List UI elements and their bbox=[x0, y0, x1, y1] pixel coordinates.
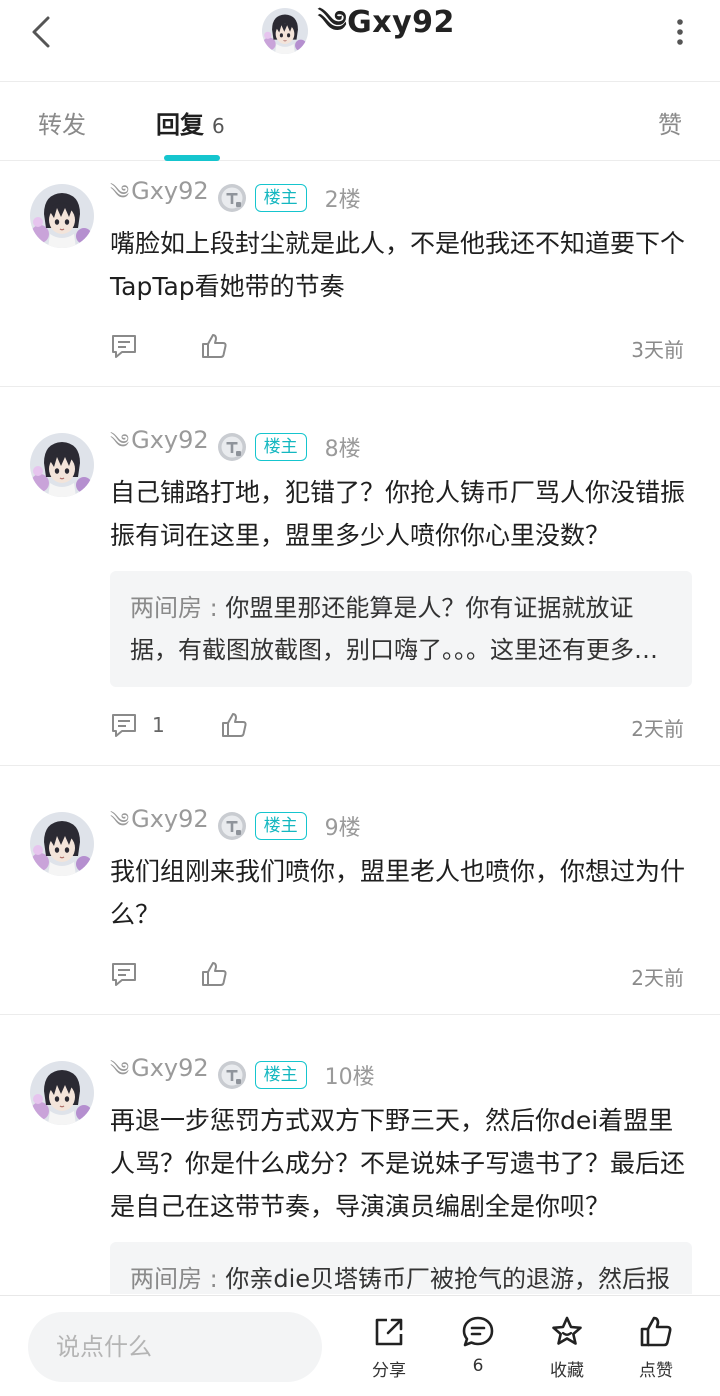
tab-bar: 转发 回复 6 赞 bbox=[0, 83, 720, 161]
host-badge: 楼主 bbox=[254, 433, 307, 461]
favorite-button[interactable]: 收藏 bbox=[532, 1314, 602, 1381]
author-name[interactable]: ༄Gxy92 bbox=[110, 798, 209, 854]
sub-reply-author[interactable]: 两间房 bbox=[130, 1265, 202, 1293]
reply-content[interactable]: 我们组刚来我们喷你，盟里老人也喷你，你想过为什么？ bbox=[110, 850, 692, 936]
tab-reply[interactable]: 回复 6 bbox=[156, 105, 225, 140]
like-button[interactable] bbox=[220, 711, 248, 743]
page-title: ༄Gxy92 bbox=[318, 5, 455, 40]
tier-badge-icon bbox=[217, 811, 247, 841]
author-name[interactable]: ༄Gxy92 bbox=[110, 170, 209, 226]
share-button[interactable]: 分享 bbox=[354, 1314, 424, 1381]
back-icon[interactable] bbox=[22, 12, 62, 52]
sub-reply-preview[interactable]: 两间房 : 你亲die贝塔铸币厂被抢气的退游，然后报复性飞地，你带团队骂人霸凌，… bbox=[110, 1242, 692, 1294]
timestamp: 2天前 bbox=[631, 717, 684, 741]
host-badge: 楼主 bbox=[254, 812, 307, 840]
avatar[interactable] bbox=[30, 812, 94, 876]
reply-item: ༄Gxy92 楼主 10楼 再退一步惩罚方式双方下野三天，然后你dei着盟里人骂… bbox=[0, 1039, 720, 1294]
comments-count: 6 bbox=[472, 1356, 484, 1376]
reply-item: ༄Gxy92 楼主 9楼 我们组刚来我们喷你，盟里老人也喷你，你想过为什么？ 2… bbox=[0, 790, 720, 1015]
like-icon bbox=[640, 1316, 672, 1347]
reply-content[interactable]: 自己铺路打地，犯错了？你抢人铸币厂骂人你没错振振有词在这里，盟里多少人喷你你心里… bbox=[110, 471, 692, 557]
sub-reply-preview[interactable]: 两间房 : 你盟里那还能算是人？你有证据就放证据，有截图放截图，别口嗨了。。。这… bbox=[110, 571, 692, 687]
share-icon bbox=[375, 1318, 403, 1346]
avatar[interactable] bbox=[262, 8, 308, 54]
reply-list[interactable]: ༄Gxy92 楼主 2楼 嘴脸如上段封尘就是此人，不是他我还不知道要下个TapT… bbox=[0, 162, 720, 1294]
tab-reply-label: 回复 bbox=[156, 111, 204, 139]
tab-forward[interactable]: 转发 bbox=[38, 105, 86, 140]
comment-icon bbox=[110, 960, 138, 988]
avatar[interactable] bbox=[30, 1061, 94, 1125]
tier-badge-icon bbox=[217, 1060, 247, 1090]
comment-button[interactable] bbox=[110, 960, 138, 988]
star-icon bbox=[552, 1316, 582, 1345]
sub-reply-author[interactable]: 两间房 bbox=[130, 594, 202, 622]
reply-item: ༄Gxy92 楼主 8楼 自己铺路打地，犯错了？你抢人铸币厂骂人你没错振振有词在… bbox=[0, 411, 720, 766]
floor-number: 2楼 bbox=[324, 188, 361, 213]
like-button[interactable]: 点赞 bbox=[621, 1314, 691, 1381]
comment-button[interactable]: 1 bbox=[110, 711, 165, 739]
like-button[interactable] bbox=[200, 960, 228, 992]
floor-number: 10楼 bbox=[324, 1065, 375, 1090]
comments-button[interactable]: 6 bbox=[443, 1314, 513, 1376]
comment-icon bbox=[110, 332, 138, 360]
host-badge: 楼主 bbox=[254, 1061, 307, 1089]
reply-content[interactable]: 再退一步惩罚方式双方下野三天，然后你dei着盟里人骂？你是什么成分？不是说妹子写… bbox=[110, 1099, 692, 1228]
tab-active-indicator bbox=[164, 155, 220, 161]
comment-input[interactable] bbox=[28, 1312, 322, 1382]
more-icon[interactable] bbox=[670, 14, 690, 50]
like-button[interactable] bbox=[200, 332, 228, 364]
like-icon bbox=[200, 332, 228, 360]
timestamp: 2天前 bbox=[631, 966, 684, 990]
timestamp: 3天前 bbox=[631, 338, 684, 362]
host-badge: 楼主 bbox=[254, 184, 307, 212]
reply-item: ༄Gxy92 楼主 2楼 嘴脸如上段封尘就是此人，不是他我还不知道要下个TapT… bbox=[0, 162, 720, 387]
author-name[interactable]: ༄Gxy92 bbox=[110, 419, 209, 475]
like-icon bbox=[220, 711, 248, 739]
tab-like[interactable]: 赞 bbox=[658, 105, 682, 140]
floor-number: 9楼 bbox=[324, 816, 361, 841]
comment-button[interactable] bbox=[110, 332, 138, 360]
share-label: 分享 bbox=[372, 1361, 406, 1381]
top-bar: ༄Gxy92 bbox=[0, 0, 720, 82]
header-user[interactable]: ༄Gxy92 bbox=[262, 5, 455, 55]
avatar[interactable] bbox=[30, 433, 94, 497]
bottom-action-bar: 分享 6 收藏 点赞 bbox=[0, 1295, 720, 1396]
author-name[interactable]: ༄Gxy92 bbox=[110, 1047, 209, 1103]
avatar[interactable] bbox=[30, 184, 94, 248]
reply-content[interactable]: 嘴脸如上段封尘就是此人，不是他我还不知道要下个TapTap看她带的节奏 bbox=[110, 222, 692, 308]
like-label: 点赞 bbox=[639, 1361, 673, 1381]
comment-count: 1 bbox=[152, 713, 165, 737]
like-icon bbox=[200, 960, 228, 988]
tier-badge-icon bbox=[217, 432, 247, 462]
floor-number: 8楼 bbox=[324, 437, 361, 462]
comment-icon bbox=[110, 711, 138, 739]
tab-reply-count: 6 bbox=[212, 114, 225, 138]
favorite-label: 收藏 bbox=[550, 1361, 584, 1381]
tier-badge-icon bbox=[217, 183, 247, 213]
comment-icon bbox=[462, 1316, 494, 1347]
